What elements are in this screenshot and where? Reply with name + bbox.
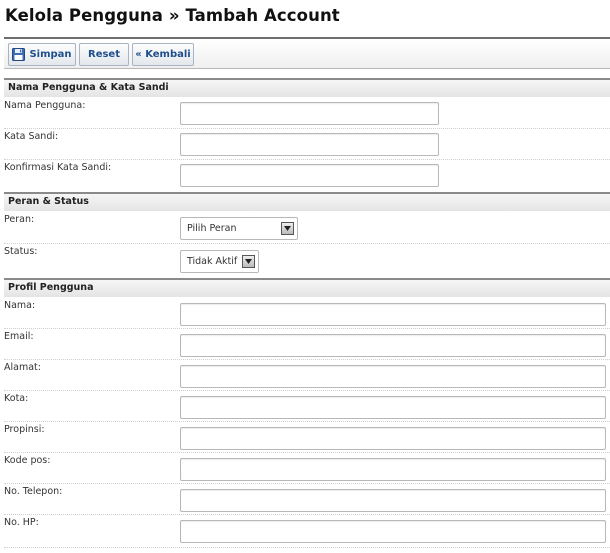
form-row-city: Kota: [4, 391, 610, 422]
form-row-province: Propinsi: [4, 422, 610, 453]
role-label: Peran: [4, 214, 35, 225]
form-row-email: Email: [4, 329, 610, 360]
name-label: Nama: [4, 300, 36, 311]
province-label: Propinsi: [4, 424, 45, 435]
status-select[interactable]: Tidak Aktif [180, 250, 259, 273]
form-row-password: Kata Sandi: [4, 129, 610, 160]
username-label: Nama Pengguna: [4, 100, 86, 111]
form-row-address: Alamat: [4, 360, 610, 391]
form-row-status: Status: Tidak Aktif [4, 244, 610, 276]
floppy-disk-icon [12, 48, 26, 61]
city-input[interactable] [180, 396, 606, 419]
status-select-value: Tidak Aktif [187, 256, 238, 267]
role-select-value: Pilih Peran [187, 223, 237, 234]
reset-button[interactable]: Reset [79, 43, 129, 66]
address-input[interactable] [180, 365, 606, 388]
section-header-profile: Profil Pengguna [4, 278, 610, 297]
mobile-input[interactable] [180, 520, 606, 543]
toolbar: Simpan Reset « Kembali [4, 37, 610, 69]
form-row-phone: No. Telepon: [4, 484, 610, 515]
role-select[interactable]: Pilih Peran [180, 217, 298, 240]
confirm-password-input[interactable] [180, 164, 439, 187]
form-row-postal-code: Kode pos: [4, 453, 610, 484]
password-input[interactable] [180, 133, 439, 156]
mobile-label: No. HP: [4, 517, 39, 528]
form-row-role: Peran: Pilih Peran [4, 212, 610, 244]
back-button[interactable]: « Kembali [132, 43, 194, 66]
postal-code-label: Kode pos: [4, 455, 51, 466]
address-label: Alamat: [4, 362, 41, 373]
save-button-label: Simpan [29, 49, 72, 60]
username-input[interactable] [180, 102, 439, 125]
back-button-label: « Kembali [135, 49, 191, 60]
province-input[interactable] [180, 427, 606, 450]
email-label: Email: [4, 331, 34, 342]
form-row-mobile: No. HP: [4, 515, 610, 548]
confirm-password-label: Konfirmasi Kata Sandi: [4, 162, 112, 173]
phone-label: No. Telepon: [4, 486, 63, 497]
phone-input[interactable] [180, 489, 606, 512]
form-row-confirm-password: Konfirmasi Kata Sandi: [4, 160, 610, 191]
name-input[interactable] [180, 303, 606, 326]
reset-button-label: Reset [88, 49, 120, 60]
chevron-down-icon[interactable] [242, 255, 255, 268]
email-input[interactable] [180, 334, 606, 357]
section-header-role-status: Peran & Status [4, 192, 610, 211]
page-title: Kelola Pengguna » Tambah Account [5, 6, 340, 25]
status-label: Status: [4, 246, 38, 257]
password-label: Kata Sandi: [4, 131, 59, 142]
chevron-down-icon[interactable] [281, 222, 294, 235]
form-row-username: Nama Pengguna: [4, 98, 610, 129]
city-label: Kota: [4, 393, 29, 404]
form-row-name: Nama: [4, 298, 610, 329]
section-header-credentials: Nama Pengguna & Kata Sandi [4, 78, 610, 97]
postal-code-input[interactable] [180, 458, 606, 481]
save-button[interactable]: Simpan [8, 43, 76, 66]
